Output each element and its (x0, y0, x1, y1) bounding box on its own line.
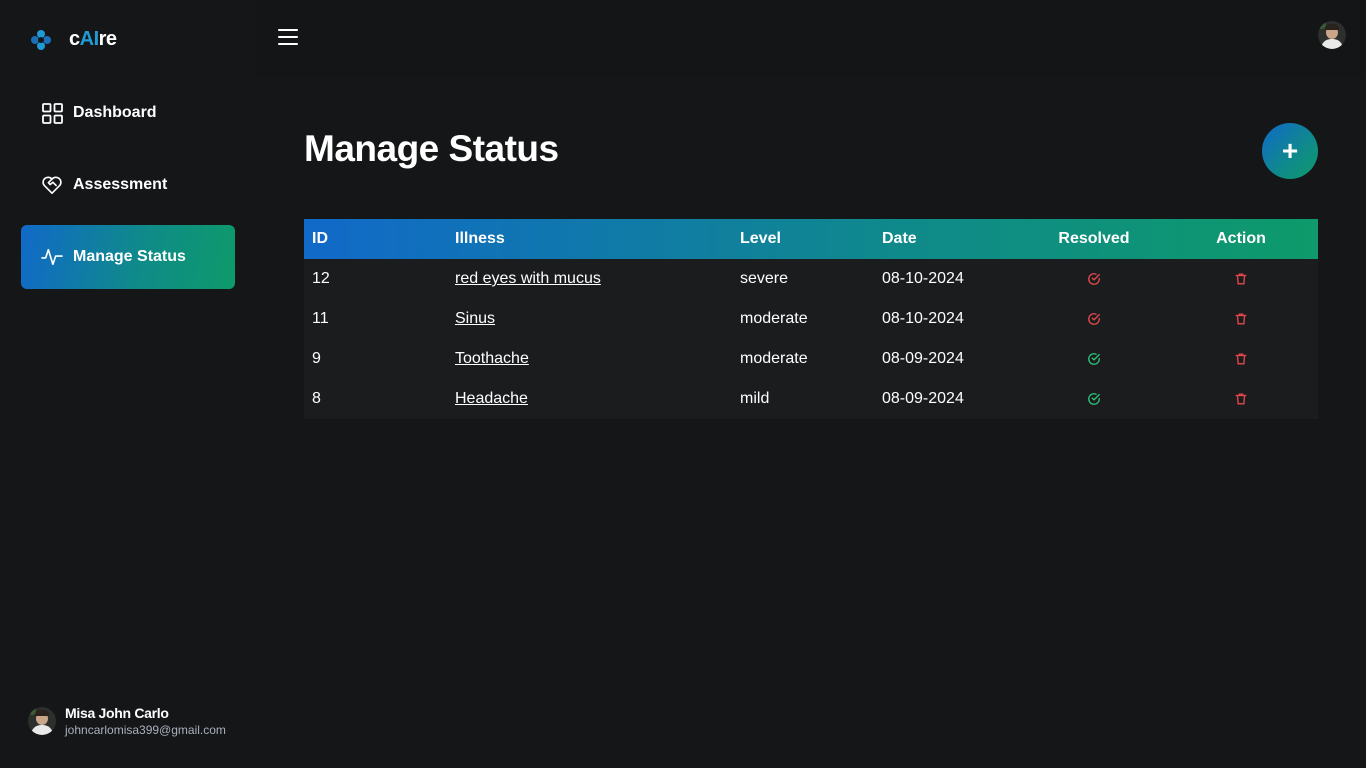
brand-name: cAIre (69, 28, 117, 50)
page-title: Manage Status (304, 128, 559, 169)
cell-id: 12 (304, 259, 447, 299)
sidebar-item-label: Dashboard (73, 104, 157, 121)
cell-date: 08-09-2024 (874, 339, 1024, 379)
user-email: johncarlomisa399@gmail.com (65, 723, 226, 737)
sidebar: cAIre Dashboard Assessment Manage Status… (0, 0, 256, 768)
activity-icon (41, 246, 63, 268)
sidebar-item-label: Assessment (73, 176, 168, 193)
cell-date: 08-10-2024 (874, 299, 1024, 339)
cell-id: 9 (304, 339, 447, 379)
brand[interactable]: cAIre (30, 28, 117, 51)
cell-level: moderate (732, 299, 874, 339)
column-header-action: Action (1216, 230, 1266, 247)
sidebar-item-label: Manage Status (73, 248, 186, 265)
sidebar-item-dashboard[interactable]: Dashboard (21, 81, 235, 145)
heart-handshake-icon (41, 174, 63, 196)
column-header-level: Level (740, 230, 781, 247)
table-row: 8 Headache mild 08-09-2024 (304, 379, 1318, 419)
cell-level: moderate (732, 339, 874, 379)
trash-icon[interactable] (1234, 392, 1248, 406)
cell-date: 08-10-2024 (874, 259, 1024, 299)
cell-id: 8 (304, 379, 447, 419)
sidebar-item-assessment[interactable]: Assessment (21, 153, 235, 217)
sidebar-nav: Dashboard Assessment Manage Status (21, 81, 235, 297)
logo-icon (31, 29, 51, 50)
resolved-check-icon[interactable] (1087, 392, 1101, 406)
illness-link[interactable]: red eyes with mucus (455, 270, 601, 287)
unresolved-check-icon[interactable] (1087, 312, 1101, 326)
cell-id: 11 (304, 299, 447, 339)
cell-level: mild (732, 379, 874, 419)
table-row: 12 red eyes with mucus severe 08-10-2024 (304, 259, 1318, 299)
column-header-id: ID (312, 230, 328, 247)
unresolved-check-icon[interactable] (1087, 272, 1101, 286)
user-name: Misa John Carlo (65, 705, 169, 721)
user-profile[interactable]: Misa John Carlo johncarlomisa399@gmail.c… (28, 704, 226, 738)
menu-icon[interactable] (278, 29, 298, 45)
trash-icon[interactable] (1234, 312, 1248, 326)
cell-level: severe (732, 259, 874, 299)
resolved-check-icon[interactable] (1087, 352, 1101, 366)
column-header-illness: Illness (455, 230, 505, 247)
sidebar-item-manage-status[interactable]: Manage Status (21, 225, 235, 289)
add-status-button[interactable]: + (1262, 123, 1318, 179)
trash-icon[interactable] (1234, 352, 1248, 366)
avatar (28, 707, 56, 735)
illness-link[interactable]: Toothache (455, 350, 529, 367)
status-table: ID Illness Level Date Resolved Action 12… (304, 219, 1318, 419)
column-header-date: Date (882, 230, 917, 247)
topbar (256, 0, 1366, 76)
avatar[interactable] (1318, 21, 1346, 49)
grid-icon (41, 102, 63, 124)
cell-date: 08-09-2024 (874, 379, 1024, 419)
illness-link[interactable]: Headache (455, 390, 528, 407)
table-header-row: ID Illness Level Date Resolved Action (304, 219, 1318, 259)
table-row: 11 Sinus moderate 08-10-2024 (304, 299, 1318, 339)
trash-icon[interactable] (1234, 272, 1248, 286)
illness-link[interactable]: Sinus (455, 310, 495, 327)
table-row: 9 Toothache moderate 08-09-2024 (304, 339, 1318, 379)
column-header-resolved: Resolved (1058, 230, 1130, 247)
